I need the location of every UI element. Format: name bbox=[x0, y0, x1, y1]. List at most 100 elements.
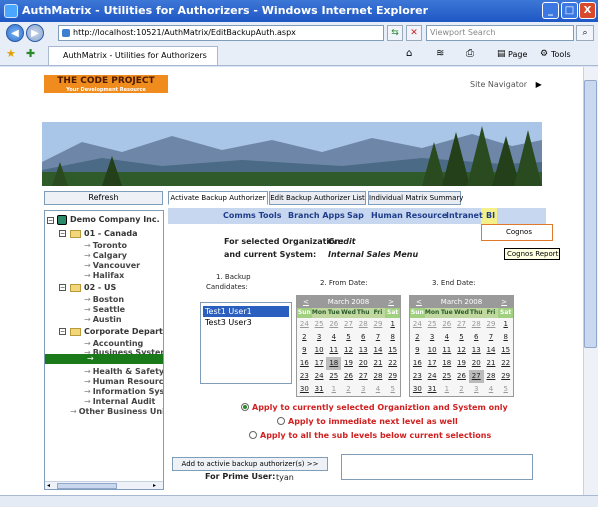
tab-activate-backup[interactable]: Activate Backup Authorizer bbox=[168, 191, 268, 205]
calendar-day[interactable]: 25 bbox=[312, 318, 327, 331]
calendar-day[interactable]: 20 bbox=[469, 357, 484, 370]
favorites-star-icon[interactable]: ★ bbox=[6, 47, 16, 60]
tree-leaf[interactable]: →Information Syster bbox=[84, 387, 163, 396]
calendar-day[interactable]: 4 bbox=[371, 383, 386, 396]
tree-selected-row[interactable]: → bbox=[45, 354, 163, 364]
calendar-day[interactable]: 19 bbox=[454, 357, 469, 370]
back-icon[interactable]: ◀ bbox=[6, 24, 24, 42]
calendar-day[interactable]: 28 bbox=[371, 370, 386, 383]
calendar-day[interactable]: 11 bbox=[326, 344, 341, 357]
calendar-day[interactable]: 30 bbox=[410, 383, 425, 396]
calendar-day[interactable]: 24 bbox=[410, 318, 425, 331]
calendar-day[interactable]: 31 bbox=[425, 383, 440, 396]
calendar-day[interactable]: 27 bbox=[341, 318, 356, 331]
calendar-day[interactable]: 5 bbox=[385, 383, 400, 396]
calendar-day[interactable]: 21 bbox=[484, 357, 499, 370]
calendar-day[interactable]: 29 bbox=[484, 318, 499, 331]
calendar-day[interactable]: 10 bbox=[312, 344, 327, 357]
calendar-day[interactable]: 17 bbox=[425, 357, 440, 370]
calendar-day[interactable]: 11 bbox=[439, 344, 454, 357]
calendar-day[interactable]: 5 bbox=[498, 383, 513, 396]
calendar-day[interactable]: 1 bbox=[326, 383, 341, 396]
calendar-day[interactable]: 31 bbox=[312, 383, 327, 396]
collapse-icon[interactable]: − bbox=[59, 284, 66, 291]
calendar-day[interactable]: 7 bbox=[371, 331, 386, 344]
tree-leaf[interactable]: → Boston bbox=[84, 295, 124, 304]
add-backup-button[interactable]: Add to activie backup authorizer(s) >> bbox=[172, 457, 328, 471]
calendar-day[interactable]: 23 bbox=[297, 370, 312, 383]
stop-icon[interactable]: ✕ bbox=[406, 25, 422, 41]
backup-candidates-list[interactable]: Test1 User1 Test3 User3 bbox=[200, 302, 292, 384]
calendar-day[interactable]: 1 bbox=[385, 318, 400, 331]
forward-icon[interactable]: ▶ bbox=[26, 24, 44, 42]
radio-all-sub-levels[interactable] bbox=[249, 431, 257, 439]
tree-leaf[interactable]: → Calgary bbox=[84, 251, 127, 260]
calendar-day[interactable]: 3 bbox=[469, 383, 484, 396]
calendar-day[interactable]: 15 bbox=[385, 344, 400, 357]
tree-leaf[interactable]: → Austin bbox=[84, 315, 122, 324]
calendar-day[interactable]: 25 bbox=[326, 370, 341, 383]
calendar-day[interactable]: 17 bbox=[312, 357, 327, 370]
calendar-day[interactable]: 1 bbox=[439, 383, 454, 396]
calendar-day[interactable]: 26 bbox=[326, 318, 341, 331]
calendar-day[interactable]: 3 bbox=[356, 383, 371, 396]
calendar-day[interactable]: 14 bbox=[484, 344, 499, 357]
calendar-day[interactable]: 2 bbox=[297, 331, 312, 344]
calendar-day[interactable]: 8 bbox=[498, 331, 513, 344]
address-field[interactable]: http://localhost:10521/AuthMatrix/EditBa… bbox=[58, 25, 384, 41]
code-project-logo[interactable]: THE CODE PROJECT Your Development Resour… bbox=[44, 75, 168, 93]
calendar-day[interactable]: 27 bbox=[356, 370, 371, 383]
calendar-day[interactable]: 8 bbox=[385, 331, 400, 344]
tree-root[interactable]: Demo Company Inc. bbox=[70, 215, 160, 224]
calendar-day[interactable]: 13 bbox=[356, 344, 371, 357]
tree-leaf[interactable]: → Toronto bbox=[84, 241, 127, 250]
scroll-right-icon[interactable]: ▸ bbox=[153, 483, 159, 489]
calendar-day[interactable]: 12 bbox=[341, 344, 356, 357]
close-button[interactable]: X bbox=[579, 2, 596, 19]
calendar-day[interactable]: 29 bbox=[371, 318, 386, 331]
calendar-day[interactable]: 2 bbox=[341, 383, 356, 396]
calendar-day[interactable]: 9 bbox=[410, 344, 425, 357]
tree-node-canada[interactable]: 01 - Canada bbox=[84, 229, 138, 238]
tree-leaf[interactable]: → Accounting bbox=[84, 339, 143, 348]
calendar-day[interactable]: 7 bbox=[484, 331, 499, 344]
calendar-day[interactable]: 23 bbox=[410, 370, 425, 383]
menu-intranet[interactable]: Intranet bbox=[446, 211, 483, 220]
candidate-item[interactable]: Test3 User3 bbox=[203, 317, 289, 328]
calendar-day[interactable]: 6 bbox=[469, 331, 484, 344]
tab-individual-matrix[interactable]: Individual Matrix Summary bbox=[368, 191, 463, 205]
next-month-button[interactable]: > bbox=[501, 296, 507, 308]
calendar-day[interactable]: 1 bbox=[498, 318, 513, 331]
minimize-button[interactable]: _ bbox=[542, 2, 559, 19]
calendar-day[interactable]: 2 bbox=[410, 331, 425, 344]
calendar-day[interactable]: 28 bbox=[469, 318, 484, 331]
calendar-day[interactable]: 19 bbox=[341, 357, 356, 370]
tools-menu[interactable]: Tools bbox=[551, 50, 571, 59]
bi-dropdown-item-cognos[interactable]: Cognos bbox=[481, 224, 553, 241]
calendar-day[interactable]: 4 bbox=[439, 331, 454, 344]
tree-leaf[interactable]: → Halifax bbox=[84, 271, 124, 280]
calendar-day-today[interactable]: 27 bbox=[468, 370, 484, 383]
tab-edit-backup-list[interactable]: Edit Backup Authorizer List bbox=[269, 191, 366, 205]
tree-leaf-other[interactable]: → Other Business Units bbox=[70, 407, 163, 416]
tree-leaf[interactable]: → Internal Audit bbox=[84, 397, 155, 406]
calendar-day[interactable]: 14 bbox=[371, 344, 386, 357]
calendar-day[interactable]: 15 bbox=[498, 344, 513, 357]
calendar-day[interactable]: 21 bbox=[371, 357, 386, 370]
vertical-scroll-thumb[interactable] bbox=[584, 80, 597, 348]
collapse-icon[interactable]: − bbox=[59, 328, 66, 335]
calendar-day[interactable]: 28 bbox=[484, 370, 499, 383]
menu-branch-apps[interactable]: Branch Apps bbox=[288, 211, 345, 220]
menu-bi[interactable]: BI bbox=[486, 211, 495, 220]
refresh-button[interactable]: Refresh bbox=[44, 191, 163, 205]
calendar-day[interactable]: 24 bbox=[312, 370, 327, 383]
go-icon[interactable]: ⇆ bbox=[387, 25, 403, 41]
page-menu[interactable]: Page bbox=[508, 50, 527, 59]
tree-leaf[interactable]: → Vancouver bbox=[84, 261, 140, 270]
calendar-day[interactable]: 9 bbox=[297, 344, 312, 357]
calendar-day[interactable]: 25 bbox=[425, 318, 440, 331]
tree-leaf[interactable]: →Human Resources bbox=[84, 377, 163, 386]
calendar-day[interactable]: 12 bbox=[454, 344, 469, 357]
calendar-day[interactable]: 3 bbox=[425, 331, 440, 344]
print-icon[interactable]: ⎙ bbox=[466, 48, 474, 59]
